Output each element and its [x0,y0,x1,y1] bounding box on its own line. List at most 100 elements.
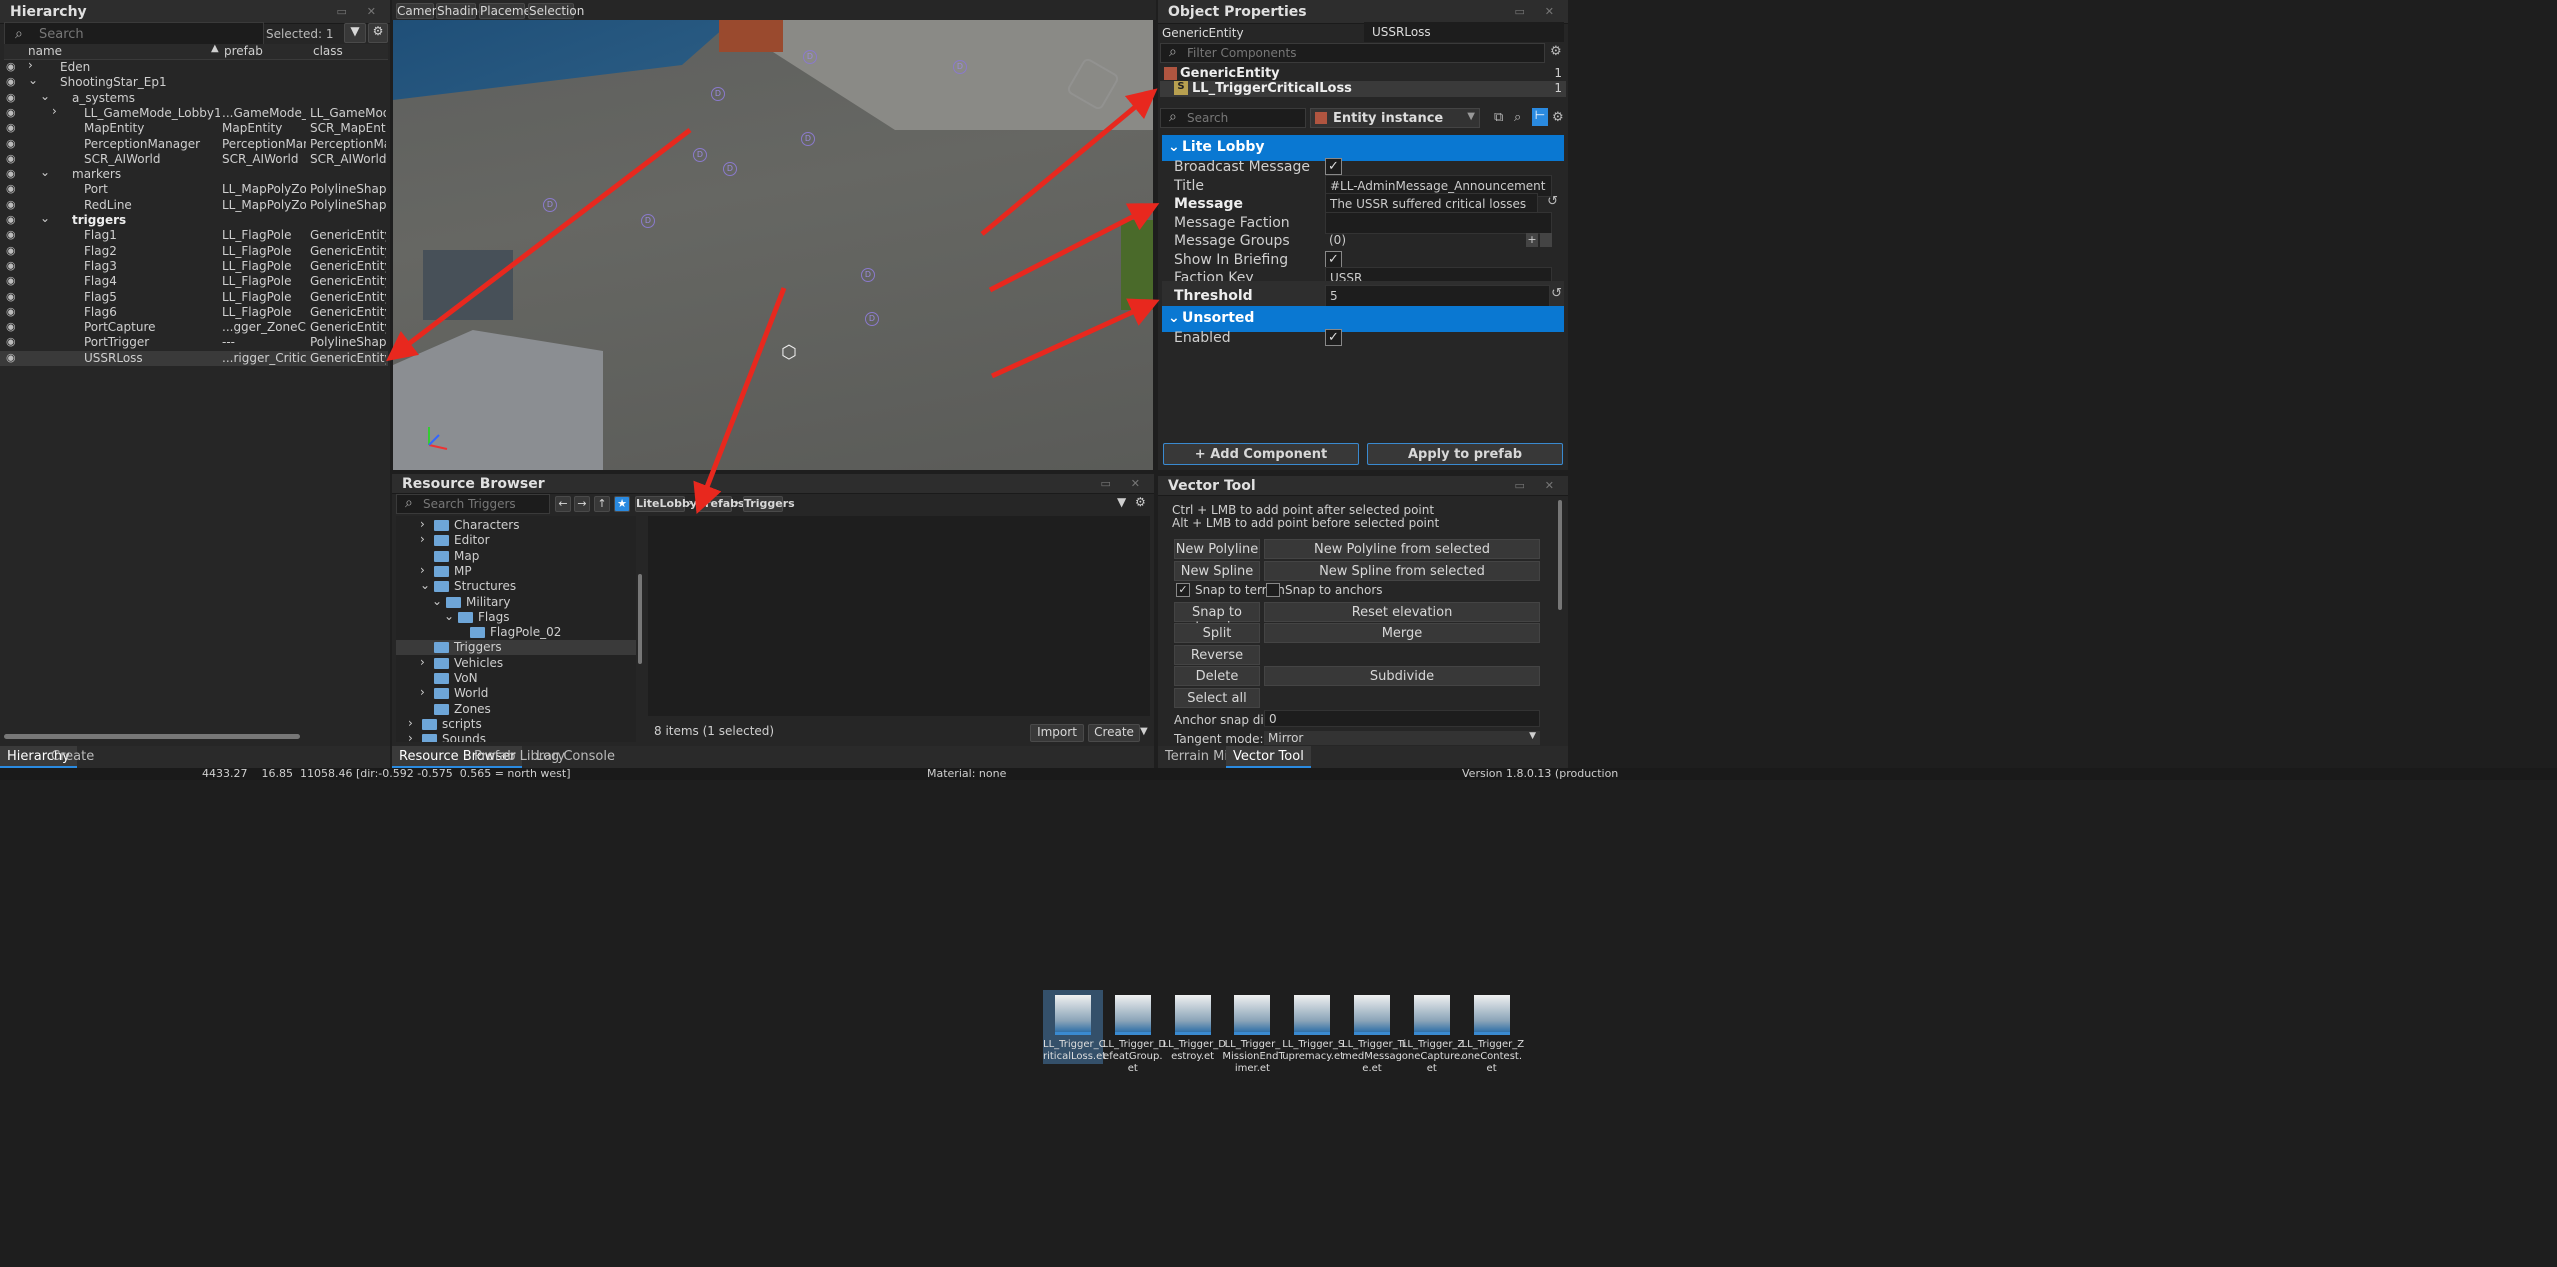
visibility-eye-icon[interactable]: ◉ [6,106,16,119]
new-polyline-from-selected-button[interactable]: New Polyline from selected [1264,539,1540,559]
snap-to-anchors-checkbox[interactable] [1266,583,1280,597]
asset-item[interactable]: LL_Trigger_Z oneCapture. et [1402,990,1464,1075]
visibility-eye-icon[interactable]: ◉ [6,152,16,165]
tab-camera[interactable]: Camera [396,3,444,19]
waypoint-marker-icon[interactable]: D [723,162,737,176]
folder-item[interactable]: ⌄ Structures [396,578,636,594]
expand-arrow-icon[interactable]: ⌄ [40,211,50,225]
component-row-trigger[interactable]: S LL_TriggerCriticalLoss 1 [1160,81,1566,97]
enabled-checkbox[interactable]: ✓ [1325,329,1342,346]
waypoint-marker-icon[interactable]: D [953,60,967,74]
folder-item[interactable]: › Characters [396,517,636,533]
asset-item[interactable]: LL_Trigger_Ti medMessag e.et [1342,990,1406,1075]
tree-row[interactable]: ◉ PortTrigger --- PolylineShapeEntit [0,335,388,350]
folder-item[interactable]: Triggers [396,640,636,656]
folder-item[interactable]: FlagPole_02 [396,625,636,640]
property-search-input[interactable]: ⌕ Search [1160,108,1306,128]
reset-elevation-button[interactable]: Reset elevation [1264,602,1540,622]
expand-arrow-icon[interactable]: › [28,58,33,72]
breadcrumb-prefabs[interactable]: Prefabs [696,496,745,512]
tree-row[interactable]: ◉ Flag1 LL_FlagPole GenericEntity [0,228,388,243]
filter-components-input[interactable]: ⌕ Filter Components [1160,43,1545,63]
apply-to-prefab-button[interactable]: Apply to prefab [1367,443,1563,465]
tree-row[interactable]: ◉ ⌄ triggers [0,211,388,228]
window-buttons-icon[interactable]: ▭ ✕ [1515,5,1562,18]
visibility-eye-icon[interactable]: ◉ [6,137,16,150]
visibility-eye-icon[interactable]: ◉ [6,259,16,272]
visibility-eye-icon[interactable]: ◉ [6,198,16,211]
tree-row[interactable]: ◉ Flag3 LL_FlagPole GenericEntity [0,259,388,274]
tree-row[interactable]: ◉ › Eden [0,58,388,75]
asset-item[interactable]: LL_Trigger_Z oneContest. et [1462,990,1524,1075]
folder-item[interactable]: › World [396,685,636,701]
component-row-genericentity[interactable]: GenericEntity 1 [1160,66,1566,82]
folder-item[interactable]: Map [396,549,636,564]
search-icon[interactable]: ⌕ [1514,110,1521,125]
select-all-button[interactable]: Select all [1174,688,1260,708]
new-spline-button[interactable]: New Spline [1174,561,1260,581]
add-component-button[interactable]: + Add Component [1163,443,1359,465]
tab-placement[interactable]: Placement [479,3,543,19]
waypoint-marker-icon[interactable]: D [543,198,557,212]
scene-viewport[interactable]: D D D D D D D D D D ⬡ [393,20,1153,470]
chevron-down-icon[interactable]: ▼ [1140,726,1148,737]
asset-item[interactable]: LL_Trigger_ MissionEndT imer.et [1222,990,1285,1075]
tree-row[interactable]: ◉ USSRLoss ...rigger_CriticalLoss GenericEn… [0,350,388,366]
tab-create[interactable]: Create [44,746,101,768]
new-spline-from-selected-button[interactable]: New Spline from selected [1264,561,1540,581]
tree-row[interactable]: ◉ MapEntity MapEntity SCR_MapEntity [0,121,388,136]
gear-icon[interactable]: ⚙ [1552,110,1564,125]
expand-arrow-icon[interactable]: › [408,731,413,742]
window-buttons-icon[interactable]: ▭ ✕ [337,5,384,18]
resource-search-input[interactable]: ⌕ Search Triggers [396,494,550,514]
tree-row[interactable]: ◉ ⌄ ShootingStar_Ep1 [0,73,388,90]
tree-row[interactable]: ◉ Flag5 LL_FlagPole GenericEntity [0,290,388,305]
folder-item[interactable]: VoN [396,671,636,686]
subdivide-button[interactable]: Subdivide [1264,666,1540,686]
breadcrumb-triggers[interactable]: Triggers [743,496,795,512]
filter-icon[interactable]: ▼ [1117,495,1126,509]
visibility-eye-icon[interactable]: ◉ [6,75,16,88]
expand-arrow-icon[interactable]: ⌄ [444,609,454,623]
waypoint-marker-icon[interactable]: D [641,214,655,228]
merge-button[interactable]: Merge [1264,623,1540,643]
reset-icon[interactable]: ↺ [1547,194,1558,209]
snap-to-terrain-button[interactable]: Snap to terrain [1174,602,1260,635]
folder-item[interactable]: › scripts [396,716,636,732]
entity-name-field[interactable]: USSRLoss [1364,22,1564,42]
expand-arrow-icon[interactable]: ⌄ [28,73,38,87]
tab-vector-tool[interactable]: Vector Tool [1226,746,1311,768]
folder-item[interactable]: › Sounds [396,731,636,742]
window-buttons-icon[interactable]: ▭ ✕ [1515,479,1562,492]
expand-arrow-icon[interactable]: › [420,532,425,546]
visibility-eye-icon[interactable]: ◉ [6,182,16,195]
tab-log-console[interactable]: Log Console [529,746,622,768]
delete-button[interactable]: Delete [1174,666,1260,686]
visibility-eye-icon[interactable]: ◉ [6,213,16,226]
folder-item[interactable]: ⌄ Military [396,594,636,610]
snap-to-terrain-checkbox[interactable]: ✓ [1176,583,1190,597]
visibility-eye-icon[interactable]: ◉ [6,274,16,287]
expand-arrow-icon[interactable]: › [420,685,425,699]
column-class[interactable]: class [313,44,343,58]
window-buttons-icon[interactable]: ▭ ✕ [1101,477,1148,490]
folder-item[interactable]: ⌄ Flags [396,609,636,625]
visibility-eye-icon[interactable]: ◉ [6,167,16,180]
vertical-scrollbar[interactable] [1558,500,1562,610]
expand-arrow-icon[interactable]: ⌄ [420,578,430,592]
asset-item[interactable]: LL_Trigger_S upremacy.et [1282,990,1344,1063]
tree-row[interactable]: ◉ SCR_AIWorld SCR_AIWorld SCR_AIWorld [0,152,388,167]
forward-button[interactable]: → [574,496,590,512]
folder-item[interactable]: Zones [396,702,636,717]
tree-row[interactable]: ◉ PortCapture ...gger_ZoneCapture GenericEn… [0,320,388,335]
folder-item[interactable]: › MP [396,563,636,579]
waypoint-marker-icon[interactable]: D [693,148,707,162]
filter-button[interactable]: ▼ [344,23,366,43]
tree-row[interactable]: ◉ ⌄ a_systems [0,89,388,106]
breadcrumb-litelobby[interactable]: LiteLobby [635,496,697,512]
visibility-eye-icon[interactable]: ◉ [6,228,16,241]
tab-selection[interactable]: Selection [528,3,584,19]
hierarchy-view-icon[interactable]: ⊢ [1532,108,1548,126]
visibility-eye-icon[interactable]: ◉ [6,335,16,348]
horizontal-scrollbar[interactable] [4,734,300,739]
